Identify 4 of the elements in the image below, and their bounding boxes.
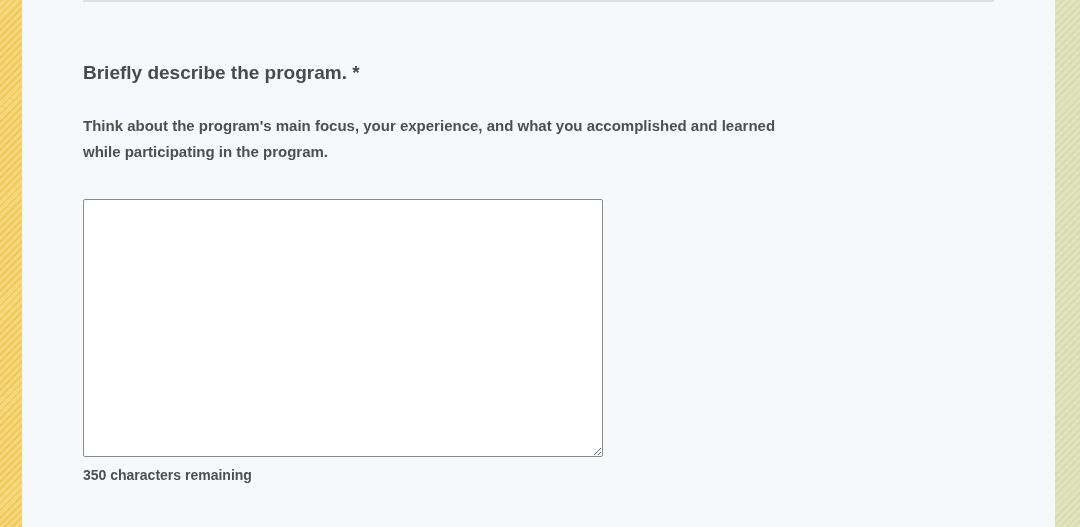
question-description: Think about the program's main focus, your experience, and what you accomplished and learned while participating in the program.	[83, 115, 777, 162]
question-title: Briefly describe the program. *	[83, 62, 361, 85]
character-counter: 350 characters remaining	[83, 465, 253, 485]
answer-field[interactable]	[83, 198, 603, 457]
